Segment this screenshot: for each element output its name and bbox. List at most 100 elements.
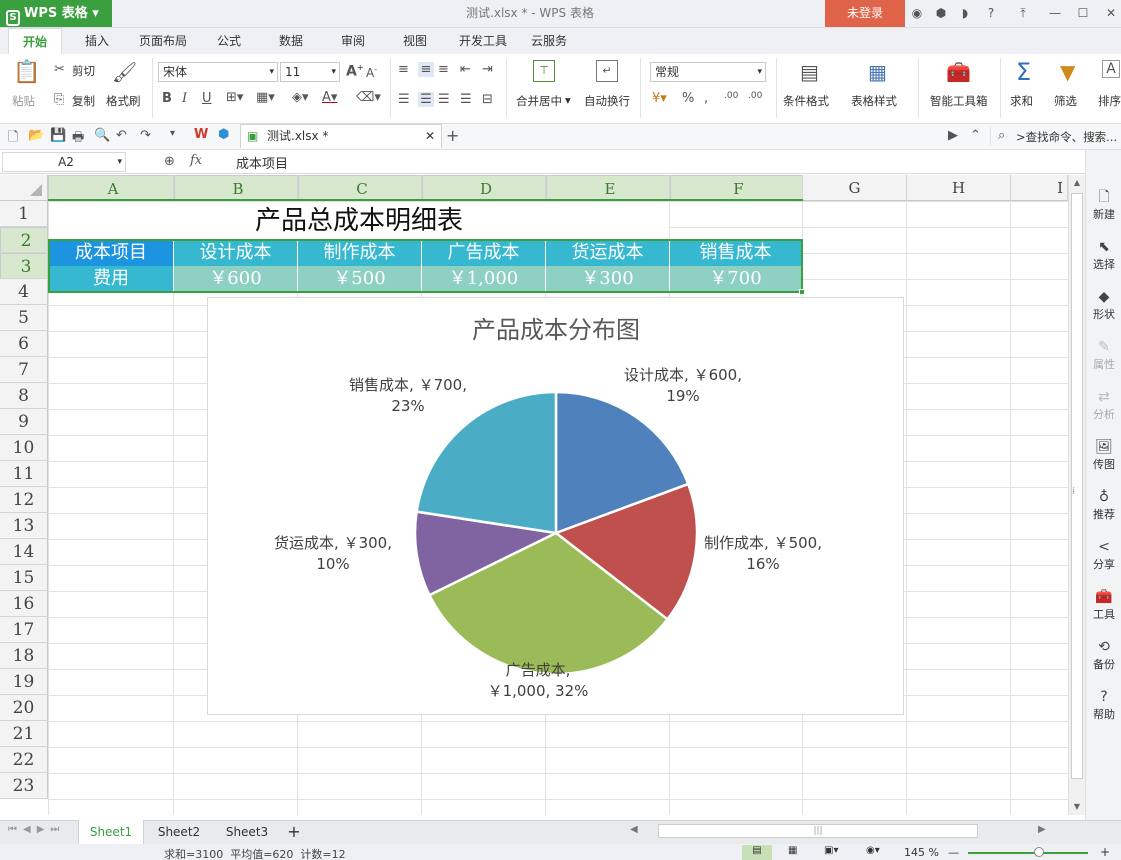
row-header[interactable]: 17 bbox=[0, 617, 48, 643]
zoom-out-icon[interactable]: — bbox=[948, 846, 959, 859]
row-header[interactable]: 18 bbox=[0, 643, 48, 669]
scroll-down-icon[interactable]: ▼ bbox=[1070, 799, 1084, 815]
zoom-level[interactable]: 145 % bbox=[904, 846, 939, 859]
wrap-text-button[interactable]: 自动换行 bbox=[584, 93, 630, 109]
file-tab[interactable]: ▣ 测试.xlsx * ✕ bbox=[240, 124, 442, 148]
tab-page-layout[interactable]: 页面布局 bbox=[130, 28, 196, 54]
minimize-ribbon-icon[interactable]: ⌃ bbox=[970, 128, 981, 143]
panel-new[interactable]: 🗋 新建 bbox=[1087, 188, 1121, 222]
column-header[interactable]: I bbox=[1011, 175, 1068, 201]
italic-icon[interactable]: I bbox=[182, 91, 187, 106]
sheet-nav-arrows-icon[interactable]: ⏮◀▶⏭ bbox=[8, 824, 65, 835]
bold-icon[interactable]: B bbox=[162, 91, 172, 106]
tab-insert[interactable]: 插入 bbox=[72, 28, 122, 54]
indent-decrease-icon[interactable]: ⇤ bbox=[460, 62, 471, 77]
row-header[interactable]: 4 bbox=[0, 279, 48, 305]
select-all-button[interactable] bbox=[0, 175, 48, 201]
settings-icon[interactable]: ⬢ bbox=[934, 6, 948, 20]
conditional-format-button[interactable]: 条件格式 bbox=[783, 93, 829, 109]
column-header[interactable]: H bbox=[907, 175, 1011, 201]
print-preview-icon[interactable]: 🔍 bbox=[94, 128, 110, 143]
row-header[interactable]: 6 bbox=[0, 331, 48, 357]
number-format-select[interactable]: 常规 ▾ bbox=[650, 62, 766, 82]
normal-view-icon[interactable]: ▤ bbox=[742, 845, 772, 860]
align-center-icon[interactable]: ☰ bbox=[418, 92, 434, 107]
wps-w-icon[interactable]: W bbox=[194, 127, 208, 142]
wrap-text-icon[interactable]: ↵ bbox=[596, 60, 618, 82]
row-header[interactable]: 9 bbox=[0, 409, 48, 435]
align-middle-icon[interactable]: ≡ bbox=[418, 62, 434, 77]
align-right-icon[interactable]: ☰ bbox=[438, 92, 450, 107]
sort-icon[interactable]: A bbox=[1102, 60, 1120, 78]
tab-developer[interactable]: 开发工具 bbox=[450, 28, 516, 54]
panel-properties[interactable]: ✎ 属性 bbox=[1087, 338, 1121, 372]
row-header[interactable]: 15 bbox=[0, 565, 48, 591]
increase-font-icon[interactable]: A+ bbox=[346, 63, 364, 80]
tab-home[interactable]: 开始 bbox=[8, 28, 62, 54]
save-icon[interactable]: 💾 bbox=[50, 128, 66, 143]
scroll-up-icon[interactable]: ▲ bbox=[1070, 175, 1084, 191]
close-tab-icon[interactable]: ✕ bbox=[425, 125, 435, 147]
restore-ribbon-icon[interactable]: ⤒ bbox=[1016, 6, 1030, 20]
column-header[interactable]: D bbox=[422, 175, 546, 201]
sheet-tab-2[interactable]: Sheet2 bbox=[148, 820, 210, 844]
fill-handle[interactable] bbox=[799, 289, 805, 295]
table-style-button[interactable]: 表格样式 bbox=[851, 93, 897, 109]
paste-icon[interactable]: 📋 bbox=[12, 60, 42, 85]
new-tab-icon[interactable]: + bbox=[446, 126, 459, 145]
add-sheet-icon[interactable]: + bbox=[284, 820, 304, 844]
paste-button[interactable]: 粘贴 bbox=[12, 93, 35, 109]
increase-decimal-icon[interactable]: .00 bbox=[724, 91, 738, 101]
panel-splitter-icon[interactable]: ⁞ bbox=[1072, 486, 1075, 497]
help-icon[interactable]: ? bbox=[984, 6, 998, 20]
sheet-title[interactable]: 产品总成本明细表 bbox=[49, 203, 669, 239]
format-painter-button[interactable]: 格式刷 bbox=[106, 93, 141, 109]
justify-icon[interactable]: ☰ bbox=[460, 92, 472, 107]
column-header[interactable]: C bbox=[298, 175, 422, 201]
panel-backup[interactable]: ⟲ 备份 bbox=[1087, 638, 1121, 672]
vertical-scrollbar[interactable]: ▲ ▼ bbox=[1068, 175, 1085, 815]
pie-chart[interactable]: 产品成本分布图 设计成本, ￥600, 19% 制作成本, ￥500, 16% 广告成本… bbox=[207, 297, 904, 715]
formula-input[interactable]: 成本项目 bbox=[236, 153, 288, 172]
merge-center-button[interactable]: 合并居中 bbox=[516, 93, 562, 109]
thousands-icon[interactable]: , bbox=[704, 91, 708, 106]
row-header[interactable]: 13 bbox=[0, 513, 48, 539]
fx-icon[interactable]: fx bbox=[190, 153, 202, 168]
column-header[interactable]: A bbox=[48, 175, 174, 201]
row-header[interactable]: 10 bbox=[0, 435, 48, 461]
page-break-view-icon[interactable]: ▦ bbox=[788, 845, 797, 856]
name-box[interactable]: A2 ▾ bbox=[2, 152, 126, 172]
tab-cloud[interactable]: 云服务 bbox=[522, 28, 576, 54]
eye-protect-icon[interactable]: ◉▾ bbox=[866, 845, 880, 856]
sheet-tab-1[interactable]: Sheet1 bbox=[78, 820, 144, 844]
row-header[interactable]: 3 bbox=[0, 253, 48, 279]
reading-mode-icon[interactable]: ▣▾ bbox=[824, 845, 838, 856]
filter-button[interactable]: 筛选 bbox=[1054, 93, 1077, 109]
app-menu-button[interactable]: S WPS 表格 ▾ bbox=[0, 0, 112, 27]
zoom-formula-icon[interactable]: ⊕ bbox=[164, 154, 175, 169]
login-button[interactable]: 未登录 bbox=[825, 0, 905, 27]
row-header[interactable]: 8 bbox=[0, 383, 48, 409]
row-header[interactable]: 23 bbox=[0, 773, 48, 799]
row-header[interactable]: 16 bbox=[0, 591, 48, 617]
align-bottom-icon[interactable]: ≡ bbox=[438, 62, 449, 77]
tab-data[interactable]: 数据 bbox=[266, 28, 316, 54]
border-icon[interactable]: ⊞▾ bbox=[226, 90, 243, 105]
panel-upload-image[interactable]: 🖼 传图 bbox=[1087, 438, 1121, 472]
row-header[interactable]: 5 bbox=[0, 305, 48, 331]
tab-view[interactable]: 视图 bbox=[392, 28, 438, 54]
cut-button[interactable]: 剪切 bbox=[72, 63, 95, 79]
decrease-font-icon[interactable]: A- bbox=[366, 65, 377, 80]
open-file-icon[interactable]: 📂 bbox=[28, 128, 44, 143]
row-header[interactable]: 14 bbox=[0, 539, 48, 565]
font-size-select[interactable]: 11 ▾ bbox=[280, 62, 340, 82]
row-header[interactable]: 12 bbox=[0, 487, 48, 513]
column-header[interactable]: B bbox=[174, 175, 298, 201]
smart-toolbox-button[interactable]: 智能工具箱 bbox=[930, 93, 988, 109]
row-header[interactable]: 19 bbox=[0, 669, 48, 695]
scroll-right-icon[interactable]: ▶ bbox=[1038, 824, 1046, 835]
panel-share[interactable]: < 分享 bbox=[1087, 538, 1121, 572]
distribute-icon[interactable]: ⊟ bbox=[482, 92, 493, 107]
panel-analysis[interactable]: ⇄ 分析 bbox=[1087, 388, 1121, 422]
new-file-icon[interactable]: 🗋 bbox=[8, 128, 18, 150]
